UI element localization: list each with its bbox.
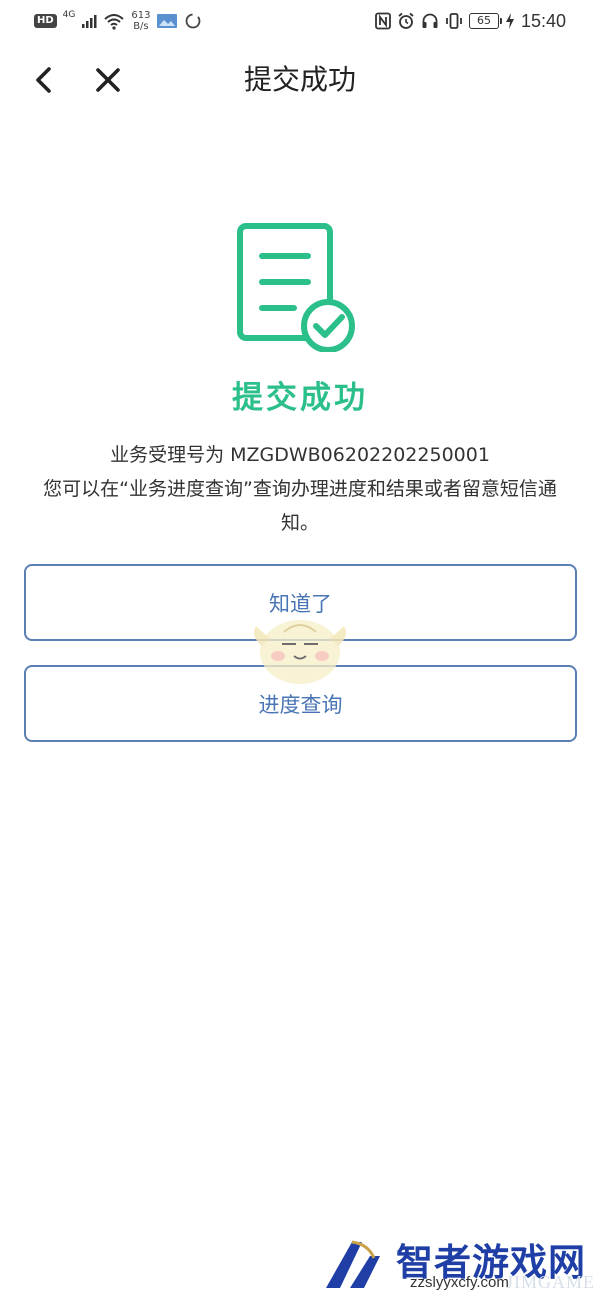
close-icon	[96, 68, 120, 92]
status-bar: HD 4G 613 B/s 65 15:40	[0, 0, 600, 42]
image-notification-icon	[157, 14, 178, 28]
document-check-icon	[237, 223, 355, 352]
watermark-faint-text: JIMGAME	[506, 1272, 596, 1292]
back-button[interactable]	[26, 62, 62, 98]
chevron-left-icon	[36, 67, 51, 93]
progress-hint-text: 您可以在“业务进度查询”查询办理进度和结果或者留意短信通知。	[43, 478, 557, 534]
site-watermark: 智者游戏网 JIMGAME zzslyyxcfy.com	[322, 1230, 596, 1294]
battery-icon: 65	[468, 13, 502, 29]
headphones-icon	[422, 13, 438, 28]
vibrate-icon	[446, 13, 462, 29]
acceptance-number-text: 业务受理号为 MZGDWB06202202250001	[110, 444, 490, 466]
network-speed: 613 B/s	[131, 10, 150, 32]
alarm-icon	[398, 12, 414, 29]
watermark-url: zzslyyxcfy.com	[410, 1274, 509, 1291]
charging-icon	[505, 13, 514, 29]
close-button[interactable]	[90, 62, 126, 98]
status-bar-left: HD 4G 613 B/s	[34, 8, 202, 34]
sync-icon	[186, 13, 201, 29]
nfc-icon	[375, 12, 391, 30]
wifi-icon	[104, 14, 125, 30]
speed-unit: B/s	[133, 21, 149, 32]
success-heading: 提交成功	[232, 380, 368, 416]
mascot-watermark-icon	[254, 620, 346, 684]
speed-value: 613	[131, 10, 151, 21]
nav-bar: 提交成功	[0, 52, 600, 108]
status-time: 15:40	[520, 10, 566, 31]
network-type: 4G	[62, 10, 76, 20]
status-bar-right: 65 15:40	[375, 8, 566, 34]
hd-icon: HD	[34, 14, 57, 28]
site-logo-icon	[326, 1240, 380, 1288]
info-text: 业务受理号为 MZGDWB06202202250001 您可以在“业务进度查询”…	[30, 438, 570, 540]
signal-icon	[82, 15, 97, 28]
